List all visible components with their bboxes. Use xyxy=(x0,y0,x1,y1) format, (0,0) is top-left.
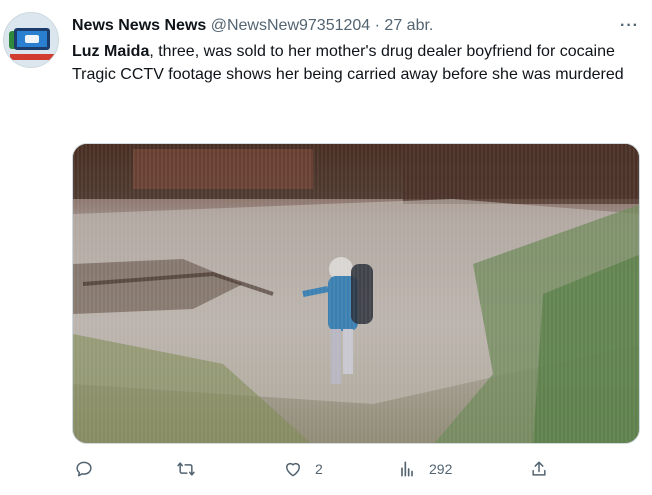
tweet-header: News News News @NewsNew97351204 · 27 abr… xyxy=(72,16,433,36)
views-button[interactable]: 292 xyxy=(397,456,452,482)
display-name[interactable]: News News News xyxy=(72,17,206,34)
views-icon xyxy=(401,461,413,477)
retweet-button[interactable] xyxy=(176,456,196,482)
timestamp[interactable]: 27 abr. xyxy=(384,17,433,34)
tweet-actions: 2 292 xyxy=(72,456,632,482)
like-button[interactable]: 2 xyxy=(283,456,323,482)
avatar-screen xyxy=(14,28,50,50)
share-button[interactable] xyxy=(529,456,549,482)
separator-dot: · xyxy=(374,17,380,34)
like-count: 2 xyxy=(315,461,323,477)
reply-button[interactable] xyxy=(74,456,94,482)
tweet-text-bold-name: Luz Maida xyxy=(72,43,150,60)
tweet-media-image[interactable] xyxy=(72,143,640,444)
avatar-brand-bar xyxy=(10,54,54,60)
share-icon xyxy=(532,461,546,476)
heart-icon xyxy=(286,462,300,477)
user-handle[interactable]: @NewsNew97351204 xyxy=(211,17,370,34)
cctv-footage-image xyxy=(73,144,639,443)
avatar[interactable] xyxy=(3,12,59,68)
tweet-text-line-2: Tragic CCTV footage shows her being carr… xyxy=(72,66,624,83)
retweet-icon xyxy=(177,462,195,476)
tweet-text: Luz Maida, three, was sold to her mother… xyxy=(72,40,632,86)
tweet-text-line-1-rest: , three, was sold to her mother's drug d… xyxy=(149,43,615,60)
reply-icon xyxy=(76,461,92,477)
views-count: 292 xyxy=(429,461,453,477)
tweet-text-line-1: Luz Maida, three, was sold to her mother… xyxy=(72,40,632,63)
more-options-icon[interactable]: ··· xyxy=(620,16,639,36)
